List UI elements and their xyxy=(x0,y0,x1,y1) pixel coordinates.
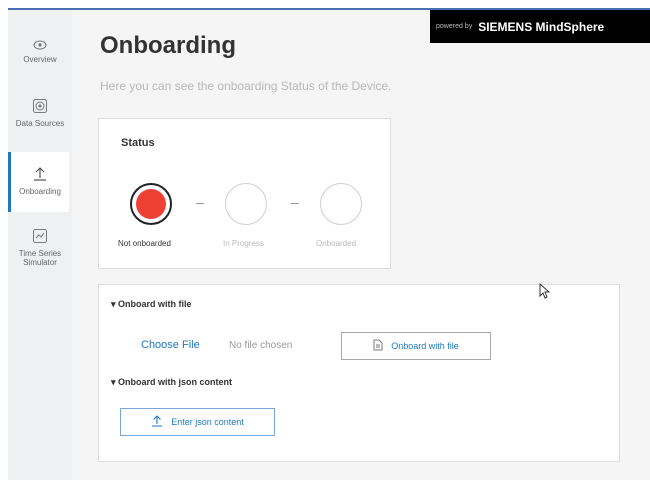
caret-down-icon: ▾ xyxy=(111,299,116,309)
enter-json-content-button[interactable]: Enter json content xyxy=(120,408,275,436)
eye-icon xyxy=(8,40,72,52)
file-chosen-status: No file chosen xyxy=(229,340,293,351)
choose-file-button[interactable]: Choose File xyxy=(141,339,200,351)
section-title: Onboard with file xyxy=(118,299,192,309)
onboard-card: ▾ Onboard with file Choose File No file … xyxy=(98,284,620,462)
page-title: Onboarding xyxy=(100,32,236,59)
sidebar-item-label: Time Series Simulator xyxy=(18,249,62,267)
upload-icon xyxy=(11,166,69,184)
chart-icon xyxy=(8,228,72,246)
step-connector xyxy=(291,203,299,204)
sidebar-item-label: Onboarding xyxy=(19,187,61,196)
status-card: Status Not onboarded In Progress Onboard… xyxy=(98,118,391,269)
button-label: Onboard with file xyxy=(391,341,459,351)
caret-down-icon: ▾ xyxy=(111,377,116,387)
powered-by-text: powered by xyxy=(436,23,473,30)
status-step-onboarded xyxy=(320,183,362,225)
sidebar-item-data-sources[interactable]: Data Sources xyxy=(8,98,72,128)
step-connector xyxy=(196,203,204,204)
onboard-with-file-button[interactable]: Onboard with file xyxy=(341,332,491,360)
status-step-label: Onboarded xyxy=(316,239,357,248)
mouse-pointer-icon xyxy=(539,282,551,304)
status-step-label: Not onboarded xyxy=(118,239,171,248)
sidebar-item-label: Data Sources xyxy=(15,119,65,128)
status-title: Status xyxy=(121,137,155,149)
brand-bar: powered by SIEMENS MindSphere xyxy=(430,10,650,43)
button-label: Enter json content xyxy=(171,417,244,427)
sidebar-item-onboarding[interactable]: Onboarding xyxy=(8,152,69,212)
status-step-not-onboarded xyxy=(130,183,172,225)
onboard-file-section-header[interactable]: ▾ Onboard with file xyxy=(111,299,192,310)
onboard-json-section-header[interactable]: ▾ Onboard with json content xyxy=(111,377,232,388)
brand-logo: SIEMENS MindSphere xyxy=(478,19,605,34)
sidebar-item-label: Overview xyxy=(23,55,57,64)
page-subtitle: Here you can see the onboarding Status o… xyxy=(100,79,392,93)
status-step-label: In Progress xyxy=(223,239,264,248)
status-step-in-progress xyxy=(225,183,267,225)
upload-icon xyxy=(151,415,163,429)
sidebar: Overview Data Sources Onboarding Time Se… xyxy=(8,10,72,480)
sidebar-item-time-series-simulator[interactable]: Time Series Simulator xyxy=(8,228,72,267)
database-icon xyxy=(8,98,72,116)
section-title: Onboard with json content xyxy=(118,377,233,387)
file-icon xyxy=(373,339,383,353)
sidebar-item-overview[interactable]: Overview xyxy=(8,40,72,64)
